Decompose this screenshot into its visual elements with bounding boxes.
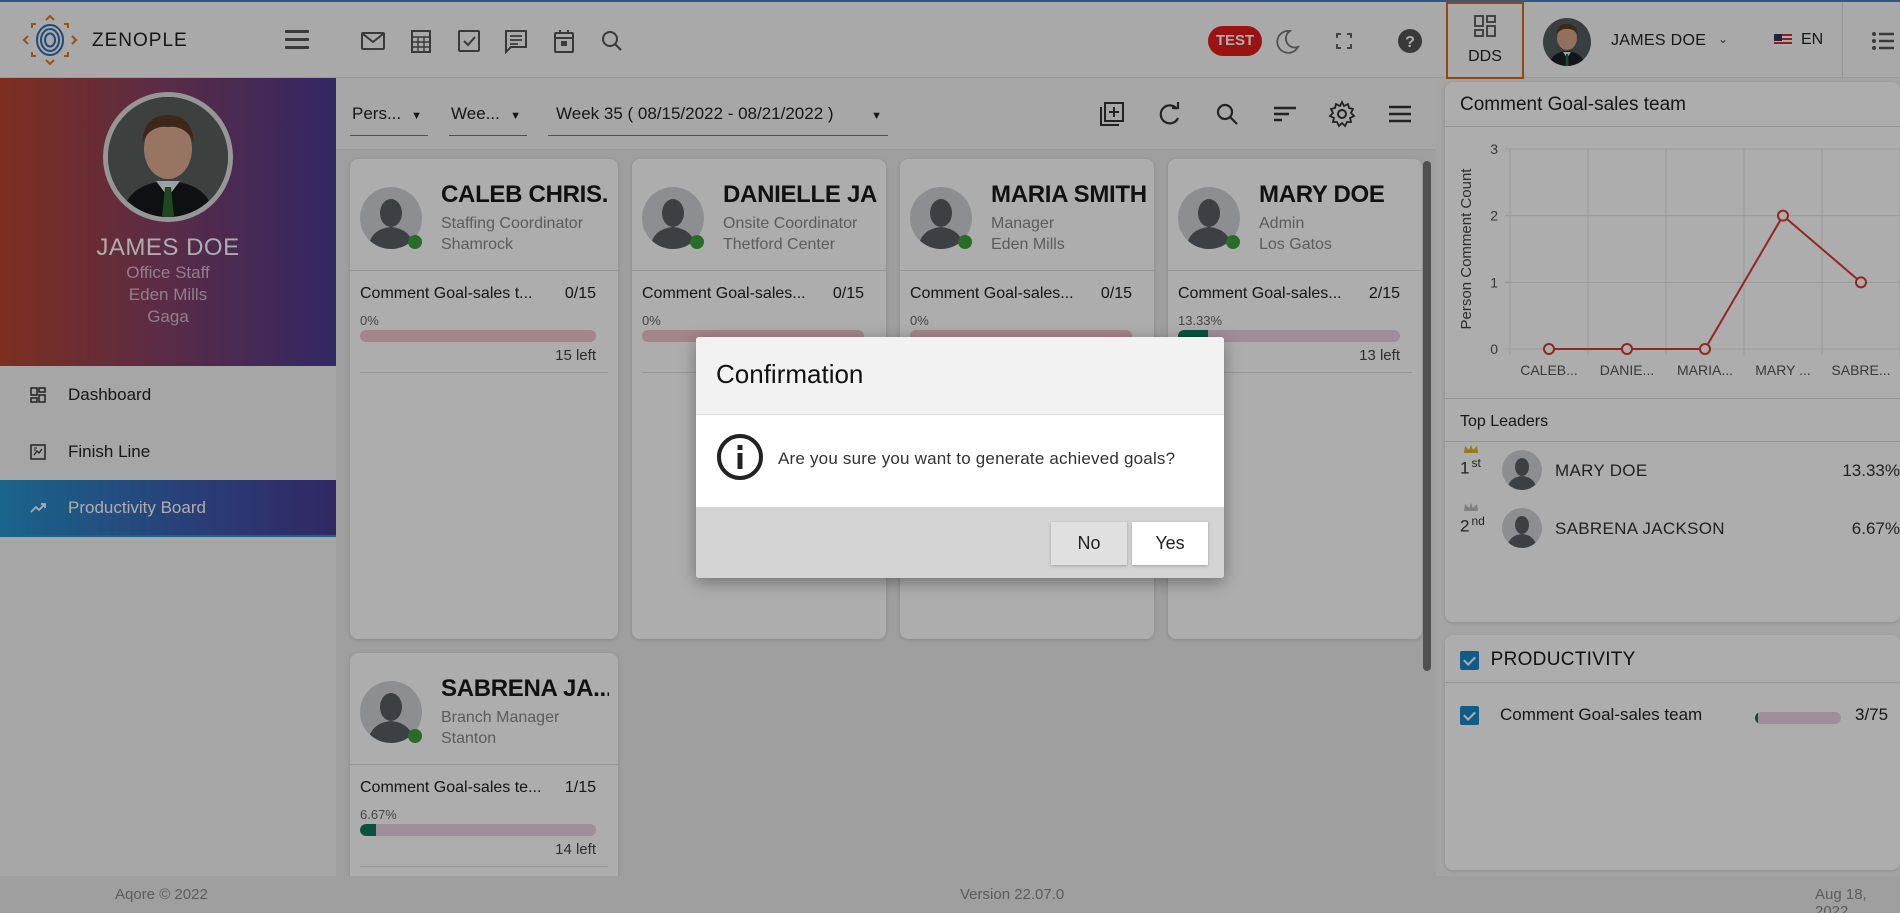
- confirmation-dialog: Confirmation Are you sure you want to ge…: [696, 337, 1224, 578]
- info-icon: [717, 434, 763, 480]
- dialog-message: Are you sure you want to generate achiev…: [778, 449, 1176, 468]
- yes-button[interactable]: Yes: [1132, 522, 1208, 565]
- no-button[interactable]: No: [1051, 522, 1127, 565]
- dialog-title: Confirmation: [696, 337, 1224, 415]
